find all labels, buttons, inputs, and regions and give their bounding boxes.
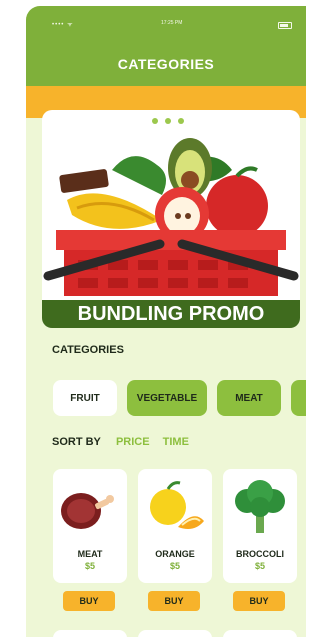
buy-button-orange[interactable]: BUY (148, 591, 200, 611)
buy-button-broccoli[interactable]: BUY (233, 591, 285, 611)
battery-icon (278, 22, 292, 29)
product-card-orange[interactable]: ORANGE $5 (138, 469, 212, 583)
page-title: CATEGORIES (117, 56, 215, 72)
product-card-meat[interactable]: MEAT $5 (53, 469, 127, 583)
product-card-broccoli[interactable]: BROCCOLI $5 (223, 469, 297, 583)
product-name: ORANGE (155, 549, 195, 559)
chip-more[interactable] (291, 380, 306, 416)
app-screen: •••• ᯤ 17:25 PM CATEGORIES BUNDLING PROM… (26, 6, 306, 637)
product-card-next[interactable] (223, 630, 297, 637)
promo-banner[interactable]: BUNDLING PROMO (42, 110, 300, 328)
carousel-dot[interactable] (152, 118, 158, 124)
buy-button-meat[interactable]: BUY (63, 591, 115, 611)
signal-wifi-indicator: •••• ᯤ (52, 22, 74, 28)
carousel-dots[interactable] (152, 118, 184, 124)
sort-bar: SORT BY PRICE TIME (52, 436, 199, 448)
banner-label: BUNDLING PROMO (42, 300, 300, 328)
status-time: 17:25 PM (161, 20, 183, 26)
product-price: $5 (84, 561, 95, 571)
product-price: $5 (254, 561, 265, 571)
product-name: BROCCOLI (236, 549, 284, 559)
header: •••• ᯤ 17:25 PM CATEGORIES (26, 6, 306, 86)
meat-icon (61, 493, 114, 529)
carousel-dot[interactable] (165, 118, 171, 124)
product-price: $5 (169, 561, 180, 571)
sort-time-option[interactable]: TIME (163, 436, 189, 448)
orange-icon (150, 481, 204, 529)
product-card-next[interactable] (53, 630, 127, 637)
chip-meat[interactable]: MEAT (217, 380, 281, 416)
broccoli-icon (235, 480, 285, 533)
status-bar: •••• ᯤ 17:25 PM (26, 6, 306, 34)
sort-price-option[interactable]: PRICE (116, 436, 150, 448)
chip-vegetable[interactable]: VEGETABLE (127, 380, 207, 416)
categories-heading: CATEGORIES (52, 344, 124, 356)
sort-label: SORT BY (52, 436, 101, 448)
chip-fruit[interactable]: FRUIT (53, 380, 117, 416)
fruit-basket-illustration (43, 138, 299, 296)
product-card-next[interactable] (138, 630, 212, 637)
product-name: MEAT (77, 549, 103, 559)
carousel-dot[interactable] (178, 118, 184, 124)
